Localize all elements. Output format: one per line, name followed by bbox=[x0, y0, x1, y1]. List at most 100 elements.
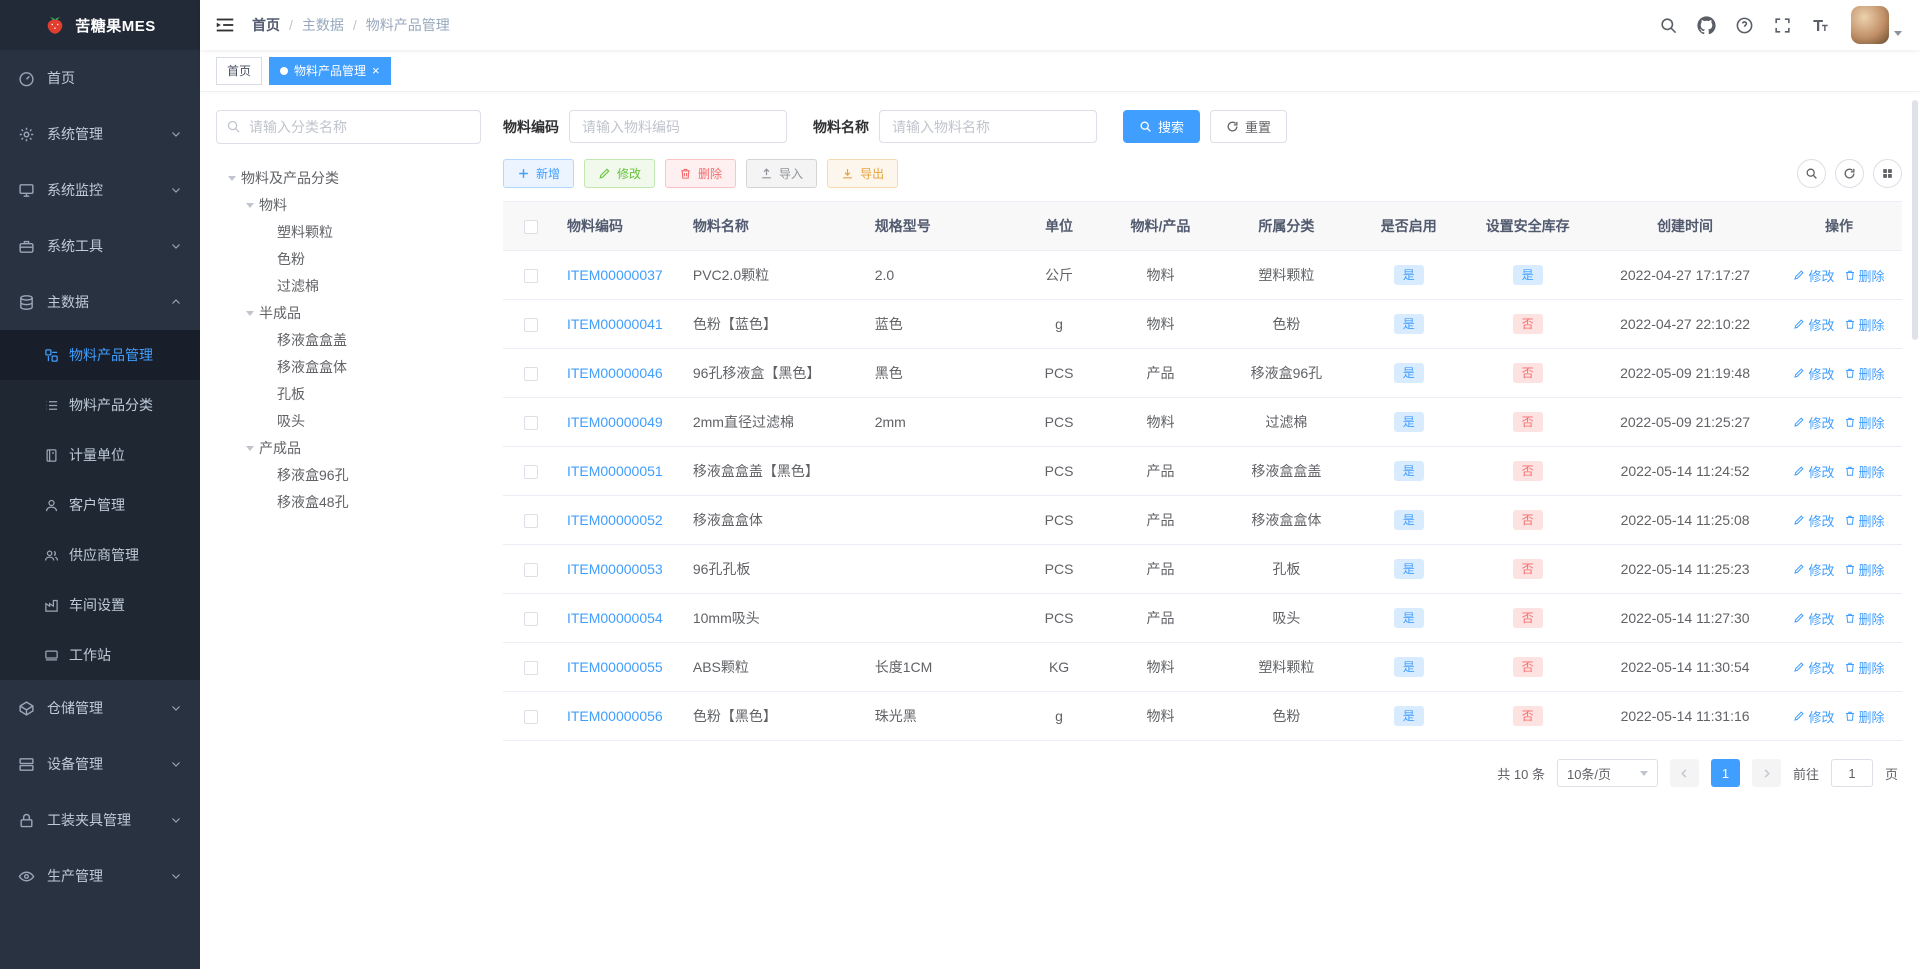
font-size-icon[interactable] bbox=[1811, 16, 1830, 35]
next-page-button[interactable] bbox=[1751, 759, 1781, 787]
table-row[interactable]: ITEM00000046 96孔移液盒【黑色】 黑色 PCS 产品 移液盒96孔… bbox=[503, 348, 1902, 398]
delete-row-link[interactable]: 删除 bbox=[1844, 315, 1885, 334]
search-button[interactable]: 搜索 bbox=[1123, 110, 1201, 143]
delete-row-link[interactable]: 删除 bbox=[1844, 707, 1885, 726]
select-all-checkbox[interactable] bbox=[523, 220, 538, 235]
sidebar-item-workstation[interactable]: 工作站 bbox=[0, 630, 200, 680]
avatar[interactable] bbox=[1851, 6, 1889, 44]
fullscreen-icon[interactable] bbox=[1773, 16, 1792, 35]
tab-material-product-mgmt[interactable]: 物料产品管理 × bbox=[269, 56, 391, 85]
table-row[interactable]: ITEM00000052 移液盒盒体 PCS 产品 移液盒盒体 是 否 2022… bbox=[503, 495, 1902, 545]
sidebar-item-warehouse-mgmt[interactable]: 仓储管理 bbox=[0, 680, 200, 736]
sidebar-item-workshop-settings[interactable]: 车间设置 bbox=[0, 580, 200, 630]
caret-down-icon[interactable] bbox=[240, 198, 259, 212]
sidebar-item-supplier-mgmt[interactable]: 供应商管理 bbox=[0, 530, 200, 580]
sidebar-item-measure-unit[interactable]: 计量单位 bbox=[0, 430, 200, 480]
table-row[interactable]: ITEM00000055 ABS颗粒 长度1CM KG 物料 塑料颗粒 是 否 … bbox=[503, 642, 1902, 692]
row-checkbox[interactable] bbox=[523, 367, 538, 382]
delete-row-link[interactable]: 删除 bbox=[1844, 609, 1885, 628]
delete-row-link[interactable]: 删除 bbox=[1844, 413, 1885, 432]
row-checkbox[interactable] bbox=[523, 612, 538, 627]
delete-row-link[interactable]: 删除 bbox=[1844, 658, 1885, 677]
edit-row-link[interactable]: 修改 bbox=[1793, 413, 1835, 432]
item-code-link[interactable]: ITEM00000051 bbox=[567, 463, 663, 479]
tree-node[interactable]: 半成品 bbox=[216, 299, 481, 326]
help-icon[interactable] bbox=[1735, 16, 1754, 35]
edit-button[interactable]: 修改 bbox=[584, 159, 656, 188]
sidebar-item-fixture-mgmt[interactable]: 工装夹具管理 bbox=[0, 792, 200, 848]
item-code-link[interactable]: ITEM00000053 bbox=[567, 561, 663, 577]
toggle-search-button[interactable] bbox=[1797, 159, 1826, 188]
edit-row-link[interactable]: 修改 bbox=[1793, 511, 1835, 530]
edit-row-link[interactable]: 修改 bbox=[1793, 364, 1835, 383]
column-settings-button[interactable] bbox=[1873, 159, 1902, 188]
hamburger-icon[interactable] bbox=[214, 14, 236, 36]
table-row[interactable]: ITEM00000054 10mm吸头 PCS 产品 吸头 是 否 2022-0… bbox=[503, 593, 1902, 643]
reset-button[interactable]: 重置 bbox=[1210, 110, 1288, 143]
tree-node[interactable]: 移液盒96孔 bbox=[216, 461, 481, 488]
category-search-input[interactable] bbox=[216, 110, 481, 144]
item-code-link[interactable]: ITEM00000046 bbox=[567, 365, 663, 381]
sidebar-item-system-monitor[interactable]: 系统监控 bbox=[0, 162, 200, 218]
tree-node[interactable]: 物料 bbox=[216, 191, 481, 218]
export-button[interactable]: 导出 bbox=[827, 159, 899, 188]
close-icon[interactable]: × bbox=[372, 64, 380, 77]
breadcrumb-home[interactable]: 首页 bbox=[252, 15, 280, 35]
tree-node[interactable]: 孔板 bbox=[216, 380, 481, 407]
item-code-link[interactable]: ITEM00000055 bbox=[567, 659, 663, 675]
github-icon[interactable] bbox=[1697, 15, 1716, 35]
page-1-button[interactable]: 1 bbox=[1710, 759, 1740, 787]
tree-node[interactable]: 产成品 bbox=[216, 434, 481, 461]
import-button[interactable]: 导入 bbox=[746, 159, 818, 188]
sidebar-item-material-category[interactable]: 物料产品分类 bbox=[0, 380, 200, 430]
table-row[interactable]: ITEM00000041 色粉【蓝色】 蓝色 g 物料 色粉 是 否 2022-… bbox=[503, 299, 1902, 349]
refresh-button[interactable] bbox=[1835, 159, 1864, 188]
table-row[interactable]: ITEM00000056 色粉【黑色】 珠光黑 g 物料 色粉 是 否 2022… bbox=[503, 691, 1902, 741]
delete-row-link[interactable]: 删除 bbox=[1844, 266, 1885, 285]
edit-row-link[interactable]: 修改 bbox=[1793, 658, 1835, 677]
sidebar-item-home[interactable]: 首页 bbox=[0, 50, 200, 106]
sidebar-item-production-mgmt[interactable]: 生产管理 bbox=[0, 848, 200, 904]
tree-node[interactable]: 移液盒48孔 bbox=[216, 488, 481, 515]
page-size-select[interactable]: 10条/页 bbox=[1556, 759, 1658, 787]
row-checkbox[interactable] bbox=[523, 465, 538, 480]
tree-node[interactable]: 过滤棉 bbox=[216, 272, 481, 299]
tree-node[interactable]: 吸头 bbox=[216, 407, 481, 434]
delete-row-link[interactable]: 删除 bbox=[1844, 560, 1885, 579]
table-row[interactable]: ITEM00000053 96孔孔板 PCS 产品 孔板 是 否 2022-05… bbox=[503, 544, 1902, 594]
edit-row-link[interactable]: 修改 bbox=[1793, 266, 1835, 285]
prev-page-button[interactable] bbox=[1669, 759, 1699, 787]
sidebar-item-customer-mgmt[interactable]: 客户管理 bbox=[0, 480, 200, 530]
user-menu[interactable] bbox=[1851, 6, 1902, 44]
table-row[interactable]: ITEM00000051 移液盒盒盖【黑色】 PCS 产品 移液盒盒盖 是 否 … bbox=[503, 446, 1902, 496]
row-checkbox[interactable] bbox=[523, 514, 538, 529]
tree-node[interactable]: 色粉 bbox=[216, 245, 481, 272]
edit-row-link[interactable]: 修改 bbox=[1793, 609, 1835, 628]
sidebar-item-system-admin[interactable]: 系统管理 bbox=[0, 106, 200, 162]
row-checkbox[interactable] bbox=[523, 416, 538, 431]
row-checkbox[interactable] bbox=[523, 710, 538, 725]
item-code-link[interactable]: ITEM00000049 bbox=[567, 414, 663, 430]
tree-node[interactable]: 移液盒盒体 bbox=[216, 353, 481, 380]
row-checkbox[interactable] bbox=[523, 318, 538, 333]
row-checkbox[interactable] bbox=[523, 269, 538, 284]
delete-row-link[interactable]: 删除 bbox=[1844, 462, 1885, 481]
tab-home[interactable]: 首页 bbox=[216, 56, 263, 85]
scrollbar[interactable] bbox=[1912, 100, 1918, 340]
caret-down-icon[interactable] bbox=[240, 441, 259, 455]
goto-page-input[interactable] bbox=[1830, 759, 1873, 787]
tree-node[interactable]: 塑料颗粒 bbox=[216, 218, 481, 245]
item-code-link[interactable]: ITEM00000054 bbox=[567, 610, 663, 626]
material-code-input[interactable] bbox=[569, 110, 787, 143]
sidebar-item-system-tools[interactable]: 系统工具 bbox=[0, 218, 200, 274]
item-code-link[interactable]: ITEM00000041 bbox=[567, 316, 663, 332]
delete-row-link[interactable]: 删除 bbox=[1844, 511, 1885, 530]
item-code-link[interactable]: ITEM00000052 bbox=[567, 512, 663, 528]
item-code-link[interactable]: ITEM00000037 bbox=[567, 267, 663, 283]
edit-row-link[interactable]: 修改 bbox=[1793, 462, 1835, 481]
edit-row-link[interactable]: 修改 bbox=[1793, 560, 1835, 579]
sidebar-item-master-data[interactable]: 主数据 bbox=[0, 274, 200, 330]
row-checkbox[interactable] bbox=[523, 661, 538, 676]
caret-down-icon[interactable] bbox=[222, 171, 241, 185]
delete-button[interactable]: 删除 bbox=[665, 159, 737, 188]
